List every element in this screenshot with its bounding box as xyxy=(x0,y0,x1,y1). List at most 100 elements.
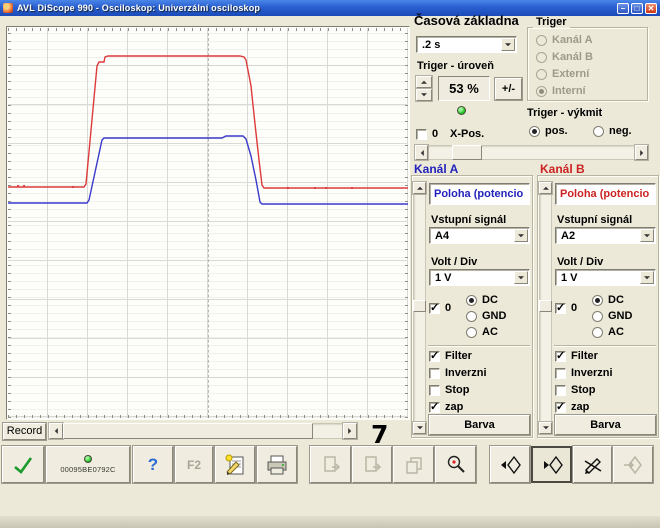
goto-button[interactable] xyxy=(613,446,653,483)
export-1-button[interactable] xyxy=(310,446,351,483)
record-scroll-left-button[interactable] xyxy=(49,423,63,439)
f2-label: F2 xyxy=(187,458,201,472)
trigger-slope-toggle-button[interactable]: +/- xyxy=(495,78,522,100)
radio-externi-label: Externí xyxy=(552,68,589,80)
position-field[interactable]: Poloha (potencio xyxy=(429,183,530,205)
voltdiv-label: Volt / Div xyxy=(557,256,603,268)
divider xyxy=(554,345,656,347)
stop-checkbox[interactable] xyxy=(429,385,440,396)
position-up-button[interactable] xyxy=(413,182,426,194)
radio-dc-label: DC xyxy=(482,294,498,306)
scope-display[interactable] xyxy=(8,28,408,418)
zero-label: 0 xyxy=(571,302,577,314)
voltdiv-dropdown-button[interactable] xyxy=(514,271,528,284)
position-down-button[interactable] xyxy=(539,422,552,434)
xpos-scroll-thumb[interactable] xyxy=(452,145,482,160)
f2-button[interactable]: F2 xyxy=(175,446,213,483)
check-icon xyxy=(11,454,35,476)
position-slider-thumb[interactable] xyxy=(539,300,552,312)
device-button[interactable]: 00095BE0792C xyxy=(46,446,130,483)
trigger-led-icon xyxy=(457,106,466,115)
no-edit-button[interactable] xyxy=(573,446,612,483)
stop-checkbox[interactable] xyxy=(555,385,566,396)
barva-button[interactable]: Barva xyxy=(555,415,656,435)
record-scroll-right-button[interactable] xyxy=(343,423,357,439)
marker-prev-button[interactable] xyxy=(490,446,530,483)
voltdiv-dropdown-button[interactable] xyxy=(640,271,654,284)
position-up-button[interactable] xyxy=(539,182,552,194)
record-scroll-thumb[interactable] xyxy=(63,423,313,439)
xpos-scroll-left-button[interactable] xyxy=(415,145,428,160)
marker-next-button[interactable] xyxy=(531,446,572,483)
trigger-level-up-button[interactable] xyxy=(416,76,432,88)
report-button[interactable] xyxy=(215,446,255,483)
radio-ac[interactable] xyxy=(466,327,477,338)
radio-dc[interactable] xyxy=(466,295,477,306)
channel-heading: Kanál B xyxy=(540,162,585,176)
xpos-scroll-right-button[interactable] xyxy=(635,145,648,160)
barva-button[interactable]: Barva xyxy=(429,415,530,435)
filter-checkbox[interactable] xyxy=(555,351,566,362)
radio-gnd[interactable] xyxy=(466,311,477,322)
arrow-left-icon xyxy=(417,150,423,156)
zero-checkbox[interactable] xyxy=(555,303,566,314)
inverzni-label: Inverzni xyxy=(571,367,613,379)
trigger-slope-label: Triger - výkmit xyxy=(527,107,602,119)
timebase-heading: Časová základna xyxy=(414,13,519,28)
input-dropdown-button[interactable] xyxy=(640,229,654,242)
radio-interni[interactable] xyxy=(536,86,547,97)
voltdiv-select[interactable]: 1 V xyxy=(429,269,530,286)
scope-traces xyxy=(8,28,408,418)
filter-checkbox[interactable] xyxy=(429,351,440,362)
chevron-down-icon xyxy=(518,234,524,240)
app-icon xyxy=(3,3,13,13)
export-2-button[interactable] xyxy=(352,446,392,483)
goto-marker-icon xyxy=(620,453,646,477)
input-signal-value: A2 xyxy=(561,230,638,242)
radio-kanal-b[interactable] xyxy=(536,52,547,63)
radio-externi[interactable] xyxy=(536,69,547,80)
restore-button[interactable]: □ xyxy=(631,3,643,14)
filter-label: Filter xyxy=(571,350,598,362)
channel-b-panel: Kanál B Poloha (potencio Vstupní signál … xyxy=(537,162,660,438)
help-button[interactable]: ? xyxy=(133,446,173,483)
position-slider-thumb[interactable] xyxy=(413,300,426,312)
position-down-button[interactable] xyxy=(413,422,426,434)
radio-gnd-label: GND xyxy=(608,310,632,322)
radio-pos[interactable] xyxy=(529,126,540,137)
radio-dc[interactable] xyxy=(592,295,603,306)
inverzni-checkbox[interactable] xyxy=(429,368,440,379)
voltdiv-select[interactable]: 1 V xyxy=(555,269,656,286)
printer-icon xyxy=(264,453,290,477)
timebase-select[interactable]: .2 s xyxy=(416,36,517,53)
radio-ac[interactable] xyxy=(592,327,603,338)
position-field[interactable]: Poloha (potencio xyxy=(555,183,656,205)
copy-button[interactable] xyxy=(393,446,434,483)
trigger-level-down-button[interactable] xyxy=(416,89,432,101)
radio-ac-label: AC xyxy=(608,326,624,338)
magnifier-icon xyxy=(444,453,468,477)
zoom-button[interactable] xyxy=(435,446,476,483)
zap-checkbox[interactable] xyxy=(429,402,440,413)
print-button[interactable] xyxy=(257,446,297,483)
scope-display-frame xyxy=(6,26,410,420)
radio-gnd[interactable] xyxy=(592,311,603,322)
record-button[interactable]: Record xyxy=(3,423,46,440)
timebase-dropdown-button[interactable] xyxy=(501,38,515,51)
input-signal-select[interactable]: A2 xyxy=(555,227,656,244)
close-button[interactable]: ✕ xyxy=(645,3,657,14)
radio-kanal-a[interactable] xyxy=(536,35,547,46)
radio-neg[interactable] xyxy=(593,126,604,137)
xpos-scrollbar[interactable] xyxy=(415,145,648,160)
window-bottom-edge xyxy=(0,516,660,528)
inverzni-checkbox[interactable] xyxy=(555,368,566,379)
chevron-down-icon xyxy=(644,234,650,240)
input-signal-select[interactable]: A4 xyxy=(429,227,530,244)
confirm-button[interactable] xyxy=(2,446,44,483)
input-dropdown-button[interactable] xyxy=(514,229,528,242)
zero-checkbox[interactable] xyxy=(429,303,440,314)
pencil-slash-icon xyxy=(580,453,606,477)
xpos-zero-checkbox[interactable] xyxy=(416,129,427,140)
minimize-button[interactable]: – xyxy=(617,3,629,14)
zap-checkbox[interactable] xyxy=(555,402,566,413)
